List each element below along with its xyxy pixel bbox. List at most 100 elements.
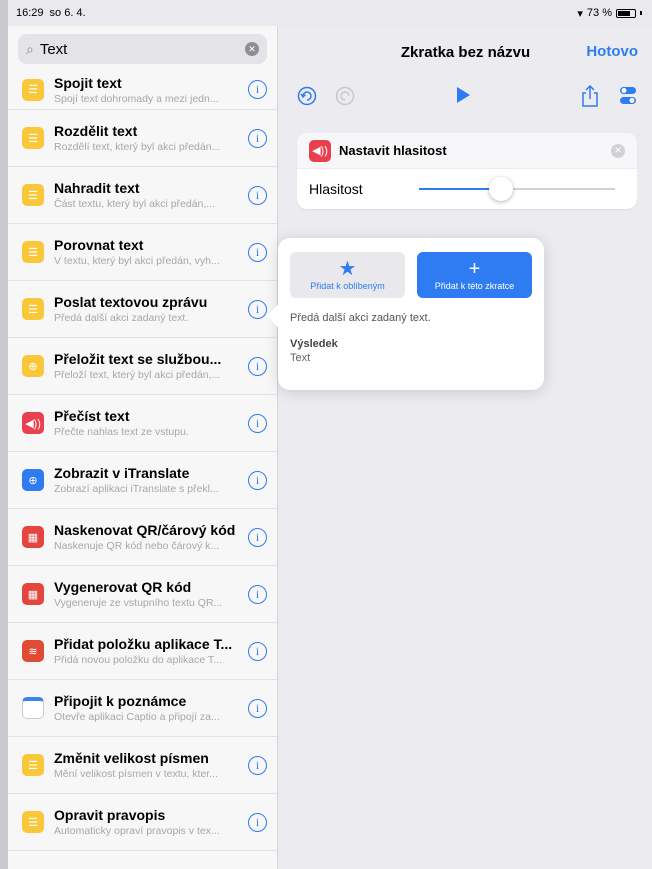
list-item-subtitle: Rozdělí text, který byl akci předán... (54, 141, 221, 153)
list-item-subtitle: Předá další akci zadaný text. (54, 312, 189, 324)
globe-icon: ⊕ (22, 355, 44, 377)
list-item[interactable]: ☰ Nahradit text Část textu, který byl akci… (8, 167, 277, 224)
list-item-title: Spojit text (54, 74, 122, 91)
list-item-subtitle: Vygeneruje ze vstupního textu QR... (54, 597, 223, 609)
doc-icon: ☰ (22, 241, 44, 263)
list-item[interactable]: ☰ Porovnat text V textu, který byl akci př… (8, 224, 277, 281)
action-title: Nastavit hlasitost (339, 143, 447, 158)
action-info-popover: ★ Přidat k oblíbeným + Přidat k této zkr… (266, 238, 544, 390)
speaker-icon: ◀)) (309, 139, 331, 162)
list-item-title: Připojit k poznámce (54, 693, 187, 709)
list-item[interactable]: ☰ Změnit velikost písmen Mění velikost pís… (8, 737, 277, 794)
doc-icon: ☰ (22, 298, 44, 320)
list-item[interactable]: ☰ Poslat textovou zprávu Předá další akci … (8, 281, 277, 338)
list-item-subtitle: Přidá novou položku do aplikace T... (54, 654, 222, 666)
list-item-title: Naskenovat QR/čárový kód (54, 522, 236, 538)
info-icon[interactable]: i (248, 356, 267, 376)
todoist-icon: ≋ (22, 640, 44, 662)
page-title: Zkratka bez názvu (400, 43, 531, 61)
slider-thumb[interactable] (489, 177, 514, 201)
list-item-subtitle: Část textu, který byl akci předán,... (54, 198, 216, 210)
list-item[interactable]: ▦ Naskenovat QR/čárový kód Naskenuje QR kó… (8, 509, 277, 566)
undo-icon[interactable] (297, 86, 317, 111)
search-field[interactable]: ⌕ Text ✕ (18, 34, 267, 64)
list-item-subtitle: Mění velikost písmen v textu, kter... (54, 768, 218, 780)
info-icon[interactable]: i (248, 584, 267, 604)
list-item[interactable]: ≋ Přidat položku aplikace T... Přidá novou… (8, 623, 277, 680)
qr-icon: ▦ (22, 583, 44, 605)
list-item-title: Nahradit text (54, 180, 140, 196)
actions-sidebar: ⌕ Text ✕ ☰ Spojit text Spojí text dohromad… (8, 26, 278, 869)
plus-icon: + (468, 258, 481, 280)
volume-action-card[interactable]: ◀)) Nastavit hlasitost ✕ Hlasitost (297, 133, 637, 209)
info-icon[interactable]: i (248, 413, 267, 433)
list-item-title: Poslat textovou zprávu (54, 294, 208, 310)
list-item-subtitle: Přeloží text, který byl akci předán,... (54, 369, 221, 381)
result-label: Výsledek (290, 338, 338, 350)
editor-toolbar (279, 78, 652, 118)
list-item-subtitle: Zobrazí aplikaci iTranslate s překl... (54, 483, 219, 495)
list-item-title: Změnit velikost písmen (54, 750, 209, 766)
search-input[interactable]: Text (40, 41, 245, 58)
add-to-favorites-button[interactable]: ★ Přidat k oblíbeným (290, 252, 405, 298)
redo-icon[interactable] (335, 86, 355, 111)
info-icon[interactable]: i (248, 299, 267, 319)
share-icon[interactable] (581, 84, 599, 113)
favorites-label: Přidat k oblíbeným (310, 281, 385, 291)
nav-bar: Zkratka bez názvu Hotovo (279, 26, 652, 78)
play-icon[interactable] (455, 86, 471, 109)
info-icon[interactable]: i (248, 527, 267, 547)
list-item-title: Přečíst text (54, 408, 130, 424)
list-item[interactable]: ☰ Opravit pravopis Automaticky opraví prav… (8, 794, 277, 851)
info-icon[interactable]: i (248, 698, 267, 718)
wifi-icon: ▾ (577, 7, 583, 20)
list-item[interactable]: ▦ Vygenerovat QR kód Vygeneruje ze vstupní… (8, 566, 277, 623)
doc-icon: ☰ (22, 184, 44, 206)
add-to-shortcut-button[interactable]: + Přidat k této zkratce (417, 252, 532, 298)
list-item-subtitle: Přečte nahlas text ze vstupu. (54, 426, 189, 438)
note-icon (22, 697, 44, 719)
battery-icon (616, 8, 636, 18)
volume-slider[interactable] (419, 174, 625, 204)
action-description: Předá další akci zadaný text. (290, 312, 431, 324)
list-item-title: Opravit pravopis (54, 807, 166, 823)
list-item[interactable]: ⊕ Přeložit text se službou... Přeloží text… (8, 338, 277, 395)
status-date: so 6. 4. (49, 7, 86, 19)
settings-toggle-icon[interactable] (619, 84, 637, 113)
globe-icon: ⊕ (22, 469, 44, 491)
info-icon[interactable]: i (248, 242, 267, 262)
left-gutter (0, 0, 8, 869)
action-list: ☰ Spojit text Spojí text dohromady a mezi … (8, 70, 277, 851)
list-item-title: Přeložit text se službou... (54, 351, 222, 367)
info-icon[interactable]: i (248, 812, 267, 832)
list-item-subtitle: Otevře aplikaci Captio a připojí za... (54, 711, 220, 723)
list-item[interactable]: ◀)) Přečíst text Přečte nahlas text ze vst… (8, 395, 277, 452)
list-item[interactable]: ☰ Rozdělit text Rozdělí text, který byl ak… (8, 110, 277, 167)
list-item[interactable]: Připojit k poznámce Otevře aplikaci Capti… (8, 680, 277, 737)
doc-icon: ☰ (22, 811, 44, 833)
info-icon[interactable]: i (248, 641, 267, 661)
list-item[interactable]: ⊕ Zobrazit v iTranslate Zobrazí aplikaci i… (8, 452, 277, 509)
list-item-subtitle: Automaticky opraví pravopis v tex... (54, 825, 220, 837)
remove-action-icon[interactable]: ✕ (611, 143, 625, 158)
volume-label: Hlasitost (309, 181, 363, 197)
list-item-title: Rozdělit text (54, 123, 138, 139)
info-icon[interactable]: i (248, 128, 267, 148)
speaker-icon: ◀)) (22, 412, 44, 434)
clear-search-icon[interactable]: ✕ (245, 42, 259, 56)
qr-icon: ▦ (22, 526, 44, 548)
star-icon: ★ (338, 258, 357, 280)
result-value: Text (290, 352, 311, 364)
doc-icon: ☰ (22, 127, 44, 149)
list-item-subtitle: Naskenuje QR kód nebo čárový k... (54, 540, 220, 552)
list-item[interactable]: ☰ Spojit text Spojí text dohromady a mezi … (8, 70, 277, 110)
info-icon[interactable]: i (248, 470, 267, 490)
info-icon[interactable]: i (248, 80, 267, 99)
shortcut-editor: Zkratka bez názvu Hotovo ◀)) Nastavit hl… (279, 26, 652, 869)
info-icon[interactable]: i (248, 755, 267, 775)
done-button[interactable]: Hotovo (586, 43, 638, 60)
list-item-subtitle: Spojí text dohromady a mezi jedn... (54, 92, 219, 105)
info-icon[interactable]: i (248, 185, 267, 205)
battery-percent: 73 % (586, 7, 612, 19)
list-item-subtitle: V textu, který byl akci předán, vyh... (54, 255, 220, 267)
